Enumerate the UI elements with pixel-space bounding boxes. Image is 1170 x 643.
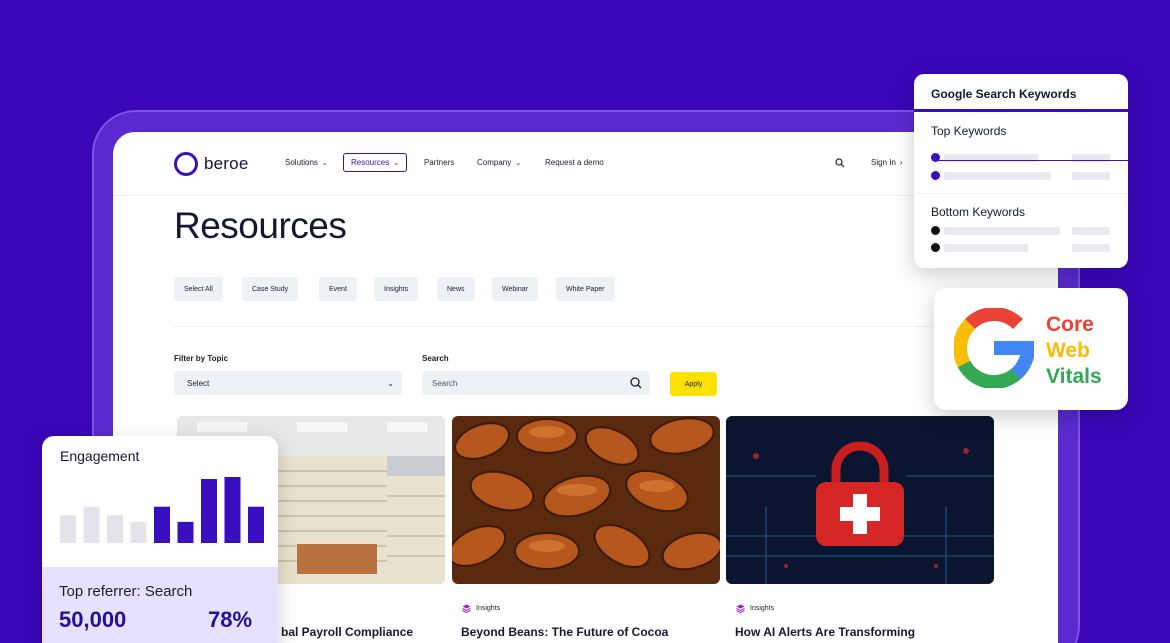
top-keywords-label: Top Keywords (931, 124, 1007, 138)
nav-request-demo[interactable]: Request a demo (545, 158, 604, 167)
keyword-dot (931, 226, 940, 235)
cwv-vitals: Vitals (1046, 365, 1102, 388)
engagement-bar (201, 478, 217, 543)
keyword-value-bar (1072, 227, 1110, 235)
signin-link[interactable]: Sign In › (871, 158, 903, 167)
chip-insights[interactable]: Insights (374, 277, 419, 301)
chip-webinar[interactable]: Webinar (492, 277, 538, 301)
visit-count: 50,000 (59, 607, 127, 632)
layers-icon (736, 604, 745, 613)
keyword-bar (944, 244, 1028, 252)
bottom-keywords-label: Bottom Keywords (931, 205, 1026, 219)
logo[interactable]: beroe (174, 152, 248, 176)
card-tag-insights: Insights (462, 604, 500, 613)
nav-request-demo-label: Request a demo (545, 158, 604, 167)
topic-select-value: Select (187, 378, 210, 388)
card-title-cocoa[interactable]: Beyond Beans: The Future of Cocoa (461, 625, 729, 639)
google-g-icon (954, 308, 1034, 388)
chip-event[interactable]: Event (319, 277, 357, 301)
engagement-bar (154, 506, 170, 543)
chevron-right-icon: › (899, 158, 903, 167)
chevron-down-icon: ⌄ (321, 159, 328, 167)
page-title: Resources (174, 205, 347, 246)
card-title-payroll[interactable]: bal Payroll Compliance (281, 625, 441, 639)
keyword-value-bar (1072, 244, 1110, 252)
logo-ring-icon (174, 152, 198, 176)
engagement-footer: Top referrer: Search 50,000 78% (42, 567, 278, 643)
nav-partners[interactable]: Partners (424, 158, 454, 167)
nav-solutions-label: Solutions (285, 158, 318, 167)
keyword-bar (944, 227, 1060, 235)
card-tag-label: Insights (476, 605, 501, 612)
card-image-cocoa[interactable] (452, 416, 720, 584)
engagement-title: Engagement (60, 448, 140, 464)
engagement-bar (177, 521, 194, 543)
filter-label: Filter by Topic (174, 354, 229, 363)
keywords-title: Google Search Keywords (931, 87, 1077, 101)
core-web-vitals-card: Core Web Vitals (934, 288, 1128, 410)
chip-white-paper[interactable]: White Paper (556, 277, 615, 301)
search-placeholder: Search (432, 378, 458, 388)
card-image-ai-alerts[interactable] (726, 416, 994, 584)
keyword-trend-line (936, 160, 1128, 161)
nav-company[interactable]: Company ⌄ (477, 158, 521, 167)
engagement-bar (130, 521, 147, 543)
search-label: Search (422, 354, 449, 363)
nav-resources-label: Resources (351, 158, 390, 167)
logo-text: beroe (204, 154, 249, 173)
security-lock-image (726, 416, 994, 584)
keyword-dot (931, 171, 940, 180)
engagement-widget: Engagement Top referrer: Search 50,000 7… (42, 436, 278, 643)
layers-icon (462, 604, 471, 613)
cwv-core: Core (1046, 313, 1094, 336)
card-title-ai-alerts[interactable]: How AI Alerts Are Transforming (735, 625, 1003, 639)
nav-partners-label: Partners (424, 158, 455, 167)
engagement-bar-chart (60, 477, 264, 543)
engagement-bar (224, 477, 241, 543)
engagement-bar (60, 515, 76, 543)
card-tag-insights: Insights (736, 604, 774, 613)
nav-resources[interactable]: Resources ⌄ (343, 153, 408, 172)
topic-select[interactable]: Select ⌄ (174, 371, 402, 395)
chevron-down-icon: ⌄ (393, 159, 400, 167)
keyword-dot (931, 243, 940, 252)
engagement-bar (107, 515, 123, 543)
engagement-bar (248, 506, 264, 543)
engagement-bar (83, 506, 100, 543)
apply-button[interactable]: Apply (670, 372, 717, 396)
search-input[interactable]: Search (422, 371, 650, 395)
referrer-percent: 78% (208, 607, 253, 632)
keyword-bar (944, 172, 1051, 180)
search-icon[interactable] (835, 158, 845, 168)
signin-label: Sign In (871, 158, 896, 167)
card-tag-label: Insights (750, 605, 775, 612)
chip-case-study[interactable]: Case Study (242, 277, 299, 301)
chip-select-all[interactable]: Select All (174, 277, 223, 301)
search-keywords-card: Google Search Keywords Top Keywords Bott… (914, 74, 1128, 268)
keywords-separator (914, 193, 1128, 194)
nav-solutions[interactable]: Solutions ⌄ (285, 158, 328, 167)
nav-company-label: Company (477, 158, 512, 167)
keyword-value-bar (1072, 172, 1110, 180)
chevron-down-icon: ⌄ (515, 159, 522, 167)
top-referrer: Top referrer: Search (59, 583, 193, 600)
search-icon[interactable] (630, 377, 642, 389)
chevron-down-icon: ⌄ (387, 378, 394, 388)
divider (174, 326, 994, 327)
chip-news[interactable]: News (437, 277, 475, 301)
keywords-header: Google Search Keywords (914, 74, 1128, 112)
cwv-web: Web (1046, 339, 1090, 362)
cocoa-beans-image (452, 416, 720, 584)
core-web-vitals-text: Core Web Vitals (1046, 312, 1102, 390)
